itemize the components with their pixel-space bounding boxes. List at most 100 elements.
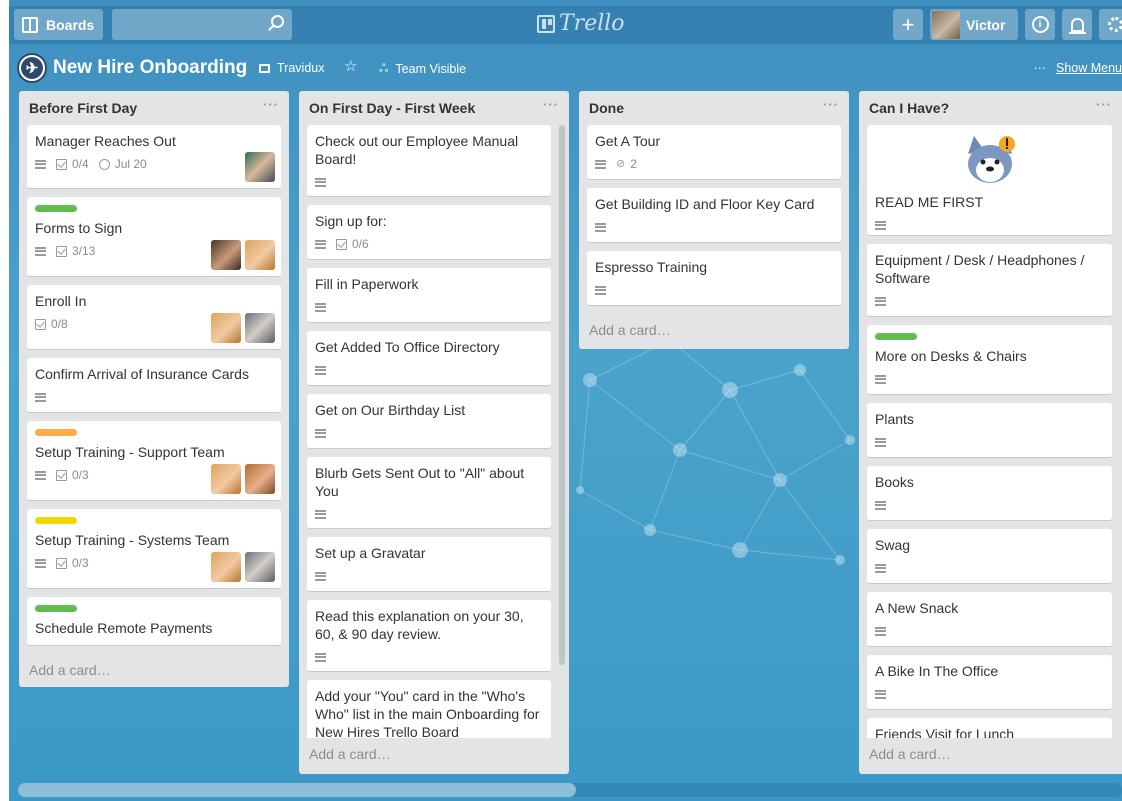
avatar[interactable] bbox=[245, 552, 275, 582]
info-button[interactable]: i bbox=[1025, 9, 1055, 40]
checklist-icon bbox=[56, 469, 67, 481]
card[interactable]: Schedule Remote Payments bbox=[27, 597, 281, 646]
user-menu-button[interactable]: Victor bbox=[930, 9, 1018, 40]
card[interactable]: Check out our Employee Manual Board! bbox=[307, 125, 551, 197]
user-name: Victor bbox=[966, 16, 1006, 33]
husky-sticker bbox=[875, 134, 1105, 189]
bell-icon bbox=[1068, 17, 1086, 34]
card[interactable]: Read this explanation on your 30, 60, & … bbox=[307, 600, 551, 672]
description-icon bbox=[315, 365, 326, 375]
background-network-graphic bbox=[576, 335, 855, 565]
avatar[interactable] bbox=[245, 464, 275, 494]
org-button[interactable]: Travidux bbox=[259, 61, 324, 75]
notifications-button[interactable] bbox=[1062, 9, 1092, 40]
add-card-button[interactable]: Add a card… bbox=[19, 654, 289, 684]
description-icon bbox=[315, 302, 326, 312]
org-icon bbox=[259, 63, 270, 73]
checklist-icon bbox=[56, 245, 67, 257]
description-icon bbox=[35, 470, 46, 480]
avatar[interactable] bbox=[245, 313, 275, 343]
card[interactable]: Swag bbox=[867, 529, 1112, 584]
star-icon[interactable]: ☆ bbox=[344, 57, 357, 75]
avatar[interactable] bbox=[211, 552, 241, 582]
team-icon: ஃ bbox=[379, 61, 389, 75]
card[interactable]: Set up a Gravatar bbox=[307, 537, 551, 592]
checklist-icon bbox=[56, 158, 67, 170]
card[interactable]: Get Building ID and Floor Key Card bbox=[587, 188, 841, 243]
card[interactable]: Fill in Paperwork bbox=[307, 268, 551, 323]
description-icon bbox=[875, 500, 886, 510]
card[interactable]: Confirm Arrival of Insurance Cards bbox=[27, 358, 281, 413]
description-icon bbox=[315, 652, 326, 662]
info-icon: i bbox=[1031, 16, 1049, 33]
avatar[interactable] bbox=[211, 464, 241, 494]
show-menu-button[interactable]: ··· Show Menu bbox=[1033, 61, 1122, 75]
add-card-button[interactable]: Add a card… bbox=[299, 738, 569, 768]
board-header: ✈ New Hire Onboarding Travidux ☆ ஃ Team … bbox=[9, 48, 1122, 88]
list-menu-icon[interactable]: ··· bbox=[263, 97, 279, 112]
trello-logo[interactable]: Trello bbox=[537, 11, 625, 36]
card[interactable]: Books bbox=[867, 466, 1112, 521]
avatar[interactable] bbox=[245, 240, 275, 270]
card[interactable]: Friends Visit for Lunch bbox=[867, 718, 1112, 738]
card[interactable]: Enroll In 0/8 bbox=[27, 285, 281, 350]
description-icon bbox=[595, 285, 606, 295]
card[interactable]: Add your "You" card in the "Who's Who" l… bbox=[307, 680, 551, 738]
board-scrollbar-thumb[interactable] bbox=[18, 783, 576, 797]
list-can-i-have: Can I Have? ··· READ ME FIRST Equipment … bbox=[859, 91, 1122, 774]
card[interactable]: Get Added To Office Directory bbox=[307, 331, 551, 386]
list-scrollbar[interactable] bbox=[559, 125, 565, 665]
card-label bbox=[35, 429, 77, 436]
add-card-button[interactable]: Add a card… bbox=[859, 738, 1122, 768]
card[interactable]: Sign up for: 0/6 bbox=[307, 205, 551, 260]
description-icon bbox=[595, 222, 606, 232]
plus-icon: + bbox=[901, 11, 915, 37]
search-input[interactable] bbox=[112, 9, 292, 40]
description-icon bbox=[875, 374, 886, 384]
list-done: Done ··· Get A Tour ⊘ 2 Get Building ID a… bbox=[579, 91, 849, 349]
list-before-first-day: Before First Day ··· Manager Reaches Out… bbox=[19, 91, 289, 687]
card[interactable]: A New Snack bbox=[867, 592, 1112, 647]
card[interactable]: Blurb Gets Sent Out to "All" about You bbox=[307, 457, 551, 529]
card[interactable]: A Bike In The Office bbox=[867, 655, 1112, 710]
list-menu-icon[interactable]: ··· bbox=[543, 97, 559, 112]
card[interactable]: More on Desks & Chairs bbox=[867, 325, 1112, 395]
card[interactable]: Setup Training - Support Team 0/3 bbox=[27, 421, 281, 501]
card[interactable]: Manager Reaches Out 0/4 Jul 20 bbox=[27, 125, 281, 189]
clock-icon bbox=[98, 158, 110, 170]
avatar[interactable] bbox=[245, 152, 275, 182]
description-icon bbox=[315, 177, 326, 187]
description-icon bbox=[875, 626, 886, 636]
description-icon bbox=[35, 558, 46, 568]
card-label bbox=[875, 333, 917, 340]
description-icon bbox=[875, 689, 886, 699]
description-icon bbox=[35, 159, 46, 169]
board-title[interactable]: New Hire Onboarding bbox=[53, 57, 247, 79]
avatar[interactable] bbox=[211, 313, 241, 343]
list-menu-icon[interactable]: ··· bbox=[823, 97, 839, 112]
attachment-icon: ⊘ bbox=[616, 158, 626, 170]
list-first-week: On First Day - First Week ··· Check out … bbox=[299, 91, 569, 774]
card[interactable]: Equipment / Desk / Headphones / Software bbox=[867, 244, 1112, 317]
avatar[interactable] bbox=[211, 240, 241, 270]
card[interactable]: Forms to Sign 3/13 bbox=[27, 197, 281, 277]
card[interactable]: Setup Training - Systems Team 0/3 bbox=[27, 509, 281, 589]
boards-button[interactable]: Boards bbox=[14, 9, 103, 40]
husky-mascot-icon bbox=[968, 136, 1015, 183]
list-title[interactable]: On First Day - First Week ··· bbox=[299, 91, 569, 123]
list-menu-icon[interactable]: ··· bbox=[1096, 97, 1112, 112]
card[interactable]: Get on Our Birthday List bbox=[307, 394, 551, 449]
board-logo[interactable]: ✈ bbox=[17, 53, 47, 83]
description-icon bbox=[315, 571, 326, 581]
list-title[interactable]: Before First Day ··· bbox=[19, 91, 289, 123]
create-button[interactable]: + bbox=[893, 9, 923, 40]
card[interactable]: Espresso Training bbox=[587, 251, 841, 306]
settings-button[interactable] bbox=[1099, 9, 1122, 40]
card[interactable]: READ ME FIRST bbox=[867, 125, 1112, 236]
list-title[interactable]: Can I Have? ··· bbox=[859, 91, 1122, 123]
add-card-button[interactable]: Add a card… bbox=[579, 314, 849, 344]
card[interactable]: Get A Tour ⊘ 2 bbox=[587, 125, 841, 180]
visibility-button[interactable]: ஃ Team Visible bbox=[379, 61, 466, 77]
list-title[interactable]: Done ··· bbox=[579, 91, 849, 123]
card[interactable]: Plants bbox=[867, 403, 1112, 458]
